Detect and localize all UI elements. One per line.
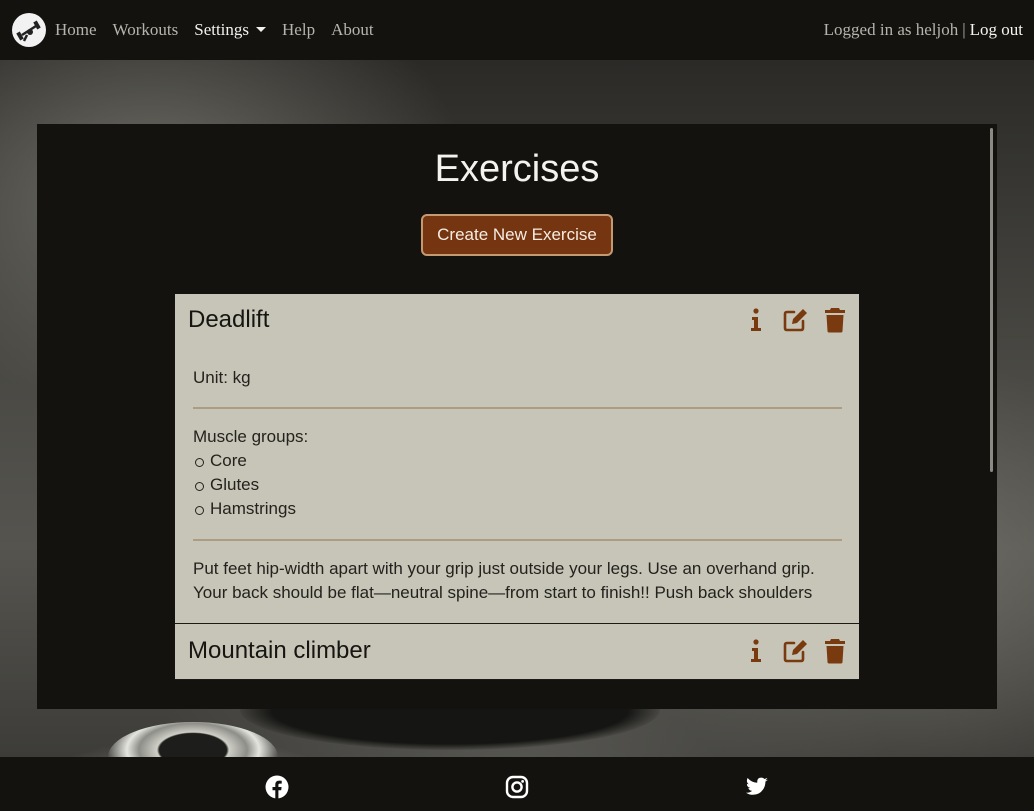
- exercise-actions: [743, 637, 848, 665]
- facebook-icon: [265, 775, 289, 799]
- navbar: Home Workouts Settings Help About Logged…: [0, 0, 1034, 60]
- instagram-icon: [505, 775, 529, 799]
- muscle-groups-list: Core Glutes Hamstrings: [193, 449, 842, 521]
- footer: [0, 757, 1034, 811]
- muscle-group-item: Hamstrings: [193, 497, 842, 521]
- exercise-unit: Unit: kg: [193, 368, 251, 387]
- exercise-card: Mountain climber: [175, 623, 859, 680]
- facebook-link[interactable]: [265, 775, 289, 799]
- exercise-card-body: Unit: kg Muscle groups: Core Glutes Hams…: [175, 346, 859, 623]
- delete-button[interactable]: [822, 637, 848, 665]
- exercise-name: Mountain climber: [188, 637, 371, 664]
- caret-down-icon: [256, 27, 267, 32]
- info-icon: [751, 639, 761, 662]
- exercises-panel: Exercises Create New Exercise Deadlift U…: [37, 124, 997, 709]
- info-button[interactable]: [743, 306, 769, 334]
- trash-icon: [825, 308, 845, 333]
- muscle-groups-section: Muscle groups: Core Glutes Hamstrings: [193, 409, 842, 539]
- nav-separator: |: [962, 20, 966, 39]
- nav-home[interactable]: Home: [55, 20, 97, 40]
- exercise-actions: [743, 306, 848, 334]
- exercise-card: Deadlift Unit: kg Muscle groups: Core Gl…: [175, 294, 859, 623]
- logo[interactable]: [12, 13, 46, 47]
- nav-workouts[interactable]: Workouts: [113, 20, 179, 40]
- create-new-exercise-button[interactable]: Create New Exercise: [421, 214, 613, 256]
- edit-icon: [783, 309, 807, 332]
- edit-button[interactable]: [783, 306, 809, 334]
- edit-icon: [783, 640, 807, 663]
- user-status: Logged in as heljoh | Log out: [824, 20, 1023, 40]
- twitter-link[interactable]: [745, 775, 769, 799]
- info-icon: [751, 308, 761, 331]
- dumbbell-logo-icon: [16, 20, 41, 42]
- instagram-link[interactable]: [505, 775, 529, 799]
- muscle-groups-label: Muscle groups:: [193, 427, 309, 446]
- exercise-description: Put feet hip-width apart with your grip …: [193, 559, 815, 602]
- trash-icon: [825, 639, 845, 664]
- twitter-icon: [746, 777, 768, 795]
- muscle-group-item: Glutes: [193, 473, 842, 497]
- logout-link[interactable]: Log out: [970, 20, 1023, 39]
- exercise-name: Deadlift: [188, 306, 270, 333]
- edit-button[interactable]: [783, 637, 809, 665]
- delete-button[interactable]: [822, 306, 848, 334]
- muscle-group-item: Core: [193, 449, 842, 473]
- nav-about[interactable]: About: [331, 20, 374, 40]
- nav-help[interactable]: Help: [282, 20, 315, 40]
- scrollbar-thumb[interactable]: [990, 128, 993, 472]
- page-title: Exercises: [434, 148, 600, 190]
- nav-settings-label: Settings: [194, 20, 250, 39]
- nav-settings-dropdown[interactable]: Settings: [194, 20, 267, 40]
- info-button[interactable]: [743, 637, 769, 665]
- logged-in-text: Logged in as heljoh: [823, 20, 959, 39]
- exercise-list: Deadlift Unit: kg Muscle groups: Core Gl…: [175, 294, 859, 680]
